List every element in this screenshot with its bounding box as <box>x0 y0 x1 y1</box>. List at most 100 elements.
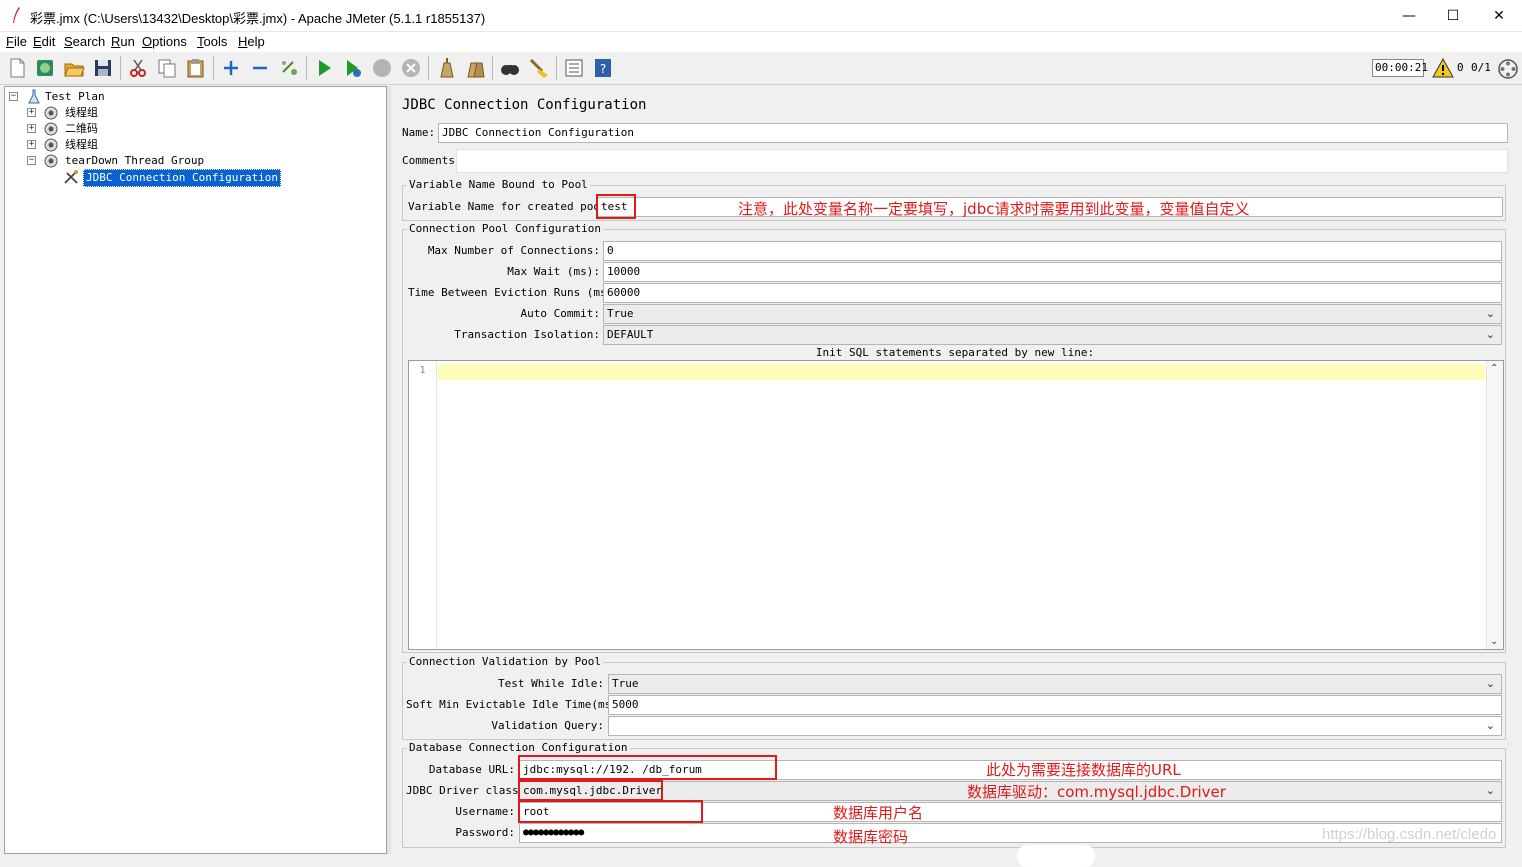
annotation-username-note: 数据库用户名 <box>833 804 924 822</box>
isolation-select[interactable]: DEFAULT ⌄ <box>603 325 1502 345</box>
test-plan-tree[interactable]: − Test Plan + 线程组 + 二维码 + 线程组 − tearDown… <box>4 86 387 854</box>
tree-node-label: 二维码 <box>65 122 98 135</box>
copy-icon[interactable] <box>156 57 178 79</box>
menu-options[interactable]: Options <box>142 34 187 49</box>
tree-node-label: 线程组 <box>65 106 98 119</box>
tree-node-label: 线程组 <box>65 138 98 151</box>
redacted-ip-mask <box>1017 845 1095 867</box>
password-label: Password: <box>455 826 515 839</box>
test-while-idle-value: True <box>612 677 639 690</box>
auto-commit-value: True <box>607 307 634 320</box>
help-icon[interactable]: ? <box>592 57 614 79</box>
eviction-runs-input[interactable]: 60000 <box>603 283 1502 303</box>
function-helper-icon[interactable] <box>563 57 585 79</box>
config-panel: JDBC Connection Configuration Name: JDBC… <box>392 86 1522 867</box>
thread-group-icon <box>44 106 58 120</box>
search-icon[interactable] <box>499 57 521 79</box>
chevron-down-icon: ⌄ <box>1485 328 1495 341</box>
close-button[interactable]: ✕ <box>1476 0 1522 32</box>
line-number-gutter: 1 <box>409 361 437 649</box>
menu-file[interactable]: File <box>6 34 27 49</box>
menu-run[interactable]: Run <box>111 34 135 49</box>
name-label: Name: <box>402 126 436 139</box>
name-input[interactable]: JDBC Connection Configuration <box>438 123 1508 143</box>
current-line-highlight <box>438 364 1485 380</box>
maximize-button[interactable]: ☐ <box>1430 0 1476 32</box>
max-wait-label: Max Wait (ms): <box>507 265 600 278</box>
tree-node-jdbc-config[interactable]: JDBC Connection Configuration <box>5 169 385 187</box>
cut-icon[interactable] <box>127 57 149 79</box>
username-label: Username: <box>455 805 515 818</box>
window-title: 彩票.jmx (C:\Users\13432\Desktop\彩票.jmx) -… <box>30 11 486 26</box>
panel-title: JDBC Connection Configuration <box>402 97 647 113</box>
minimize-button[interactable]: — <box>1386 0 1432 32</box>
tree-node-test-plan[interactable]: − Test Plan <box>5 89 385 105</box>
paste-icon[interactable] <box>185 57 207 79</box>
highlight-box-username <box>518 800 703 823</box>
vertical-scrollbar[interactable]: ⌃ ⌄ <box>1486 361 1503 649</box>
splitter-handle[interactable] <box>387 86 391 854</box>
templates-icon[interactable] <box>34 57 56 79</box>
start-icon[interactable] <box>313 57 335 79</box>
scroll-up-icon[interactable]: ⌃ <box>1490 363 1498 374</box>
pool-variable-label: Variable Name for created pool: <box>408 200 614 213</box>
warning-icon[interactable] <box>1432 58 1454 78</box>
chevron-down-icon: ⌄ <box>1485 307 1495 320</box>
menu-edit[interactable]: Edit <box>33 34 55 49</box>
chevron-down-icon: ⌄ <box>1485 784 1495 797</box>
validation-query-input[interactable]: ⌄ <box>608 716 1502 736</box>
menu-help[interactable]: Help <box>238 34 265 49</box>
comments-input[interactable] <box>456 149 1508 173</box>
tree-node-thread-group-2[interactable]: + 线程组 <box>5 137 385 153</box>
eviction-runs-label: Time Between Eviction Runs (ms): <box>408 286 620 299</box>
database-group-title: Database Connection Configuration <box>407 741 630 755</box>
annotation-url-note: 此处为需要连接数据库的URL <box>986 761 1181 779</box>
highlight-box-variable <box>596 194 636 219</box>
tree-expander[interactable]: + <box>27 124 36 133</box>
tree-expander[interactable]: − <box>9 92 18 101</box>
tree-expander[interactable]: + <box>27 140 36 149</box>
tree-node-label: Test Plan <box>45 90 105 103</box>
tree-expander[interactable]: − <box>27 156 36 165</box>
config-element-icon <box>64 170 78 184</box>
chevron-down-icon: ⌄ <box>1485 677 1495 690</box>
tree-node-label: tearDown Thread Group <box>65 154 205 167</box>
annotation-variable-note: 注意，此处变量名称一定要填写，jdbc请求时需要用到此变量，变量值自定义 <box>738 200 1250 218</box>
tree-node-label-selected: JDBC Connection Configuration <box>83 169 282 187</box>
start-no-pause-icon[interactable] <box>342 57 364 79</box>
menu-bar: File Edit Search Run Options Tools Help <box>0 32 1522 52</box>
validation-group-title: Connection Validation by Pool <box>407 655 604 669</box>
collapse-icon[interactable] <box>249 57 271 79</box>
tree-node-qrcode-group[interactable]: + 二维码 <box>5 121 385 137</box>
soft-min-idle-input[interactable]: 5000 <box>608 695 1502 715</box>
max-wait-input[interactable]: 10000 <box>603 262 1502 282</box>
clear-all-icon[interactable] <box>464 57 486 79</box>
scroll-down-icon[interactable]: ⌄ <box>1490 636 1498 647</box>
isolation-value: DEFAULT <box>607 328 654 341</box>
tree-node-teardown-group[interactable]: − tearDown Thread Group <box>5 153 385 169</box>
auto-commit-select[interactable]: True ⌄ <box>603 304 1502 324</box>
test-plan-icon <box>28 89 40 104</box>
max-connections-label: Max Number of Connections: <box>427 244 600 257</box>
chevron-down-icon: ⌄ <box>1485 719 1495 732</box>
max-connections-input[interactable]: 0 <box>603 241 1502 261</box>
shutdown-icon[interactable] <box>400 57 422 79</box>
tree-expander[interactable]: + <box>27 108 36 117</box>
open-icon[interactable] <box>63 57 85 79</box>
test-while-idle-select[interactable]: True ⌄ <box>608 674 1502 694</box>
expand-icon[interactable] <box>220 57 242 79</box>
stop-icon[interactable] <box>371 57 393 79</box>
thread-group-icon <box>44 122 58 136</box>
new-icon[interactable] <box>6 57 28 79</box>
test-while-idle-label: Test While Idle: <box>498 677 604 690</box>
menu-search[interactable]: Search <box>64 34 105 49</box>
save-icon[interactable] <box>92 57 114 79</box>
init-sql-editor[interactable]: 1 ⌃ ⌄ <box>408 360 1504 650</box>
reset-search-icon[interactable] <box>528 57 550 79</box>
menu-tools[interactable]: Tools <box>197 34 227 49</box>
tree-node-thread-group[interactable]: + 线程组 <box>5 105 385 121</box>
toggle-icon[interactable] <box>278 57 300 79</box>
clear-icon[interactable] <box>435 57 457 79</box>
annotation-password-note: 数据库密码 <box>833 828 909 846</box>
highlight-box-url <box>518 755 777 780</box>
